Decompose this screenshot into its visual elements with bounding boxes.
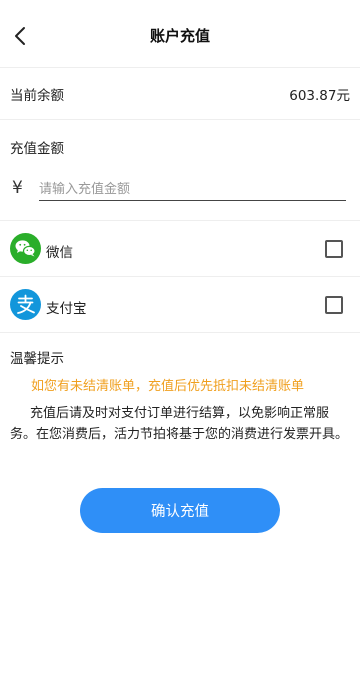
currency-symbol: ¥ — [12, 178, 23, 198]
wechat-icon — [10, 233, 41, 264]
wechat-checkbox[interactable] — [325, 240, 343, 258]
alipay-icon — [10, 289, 41, 320]
payment-name-wechat: 微信 — [46, 245, 73, 261]
tips-warning: 如您有未结清账单，充值后优先抵扣未结清账单 — [31, 379, 305, 394]
tips-body: 充值后请及时对支付订单进行结算，以免影响正常服务。在您消费后，活力节拍将基于您的… — [10, 406, 349, 442]
header-bar: 账户充值 — [0, 0, 360, 68]
tips-title: 温馨提示 — [10, 351, 64, 367]
alipay-checkbox[interactable] — [325, 296, 343, 314]
payment-option-alipay[interactable]: 支付宝 — [0, 277, 360, 333]
payment-name-alipay: 支付宝 — [46, 301, 87, 317]
confirm-recharge-button[interactable]: 确认充值 — [80, 488, 280, 533]
page-title: 账户充值 — [149, 27, 210, 45]
amount-label: 充值金额 — [10, 141, 64, 157]
balance-label: 当前余额 — [10, 88, 64, 104]
balance-row: 当前余额 603.87元 — [0, 68, 360, 120]
recharge-amount-section: 充值金额 ¥ — [0, 120, 360, 221]
balance-value: 603.87元 — [289, 88, 350, 104]
amount-input[interactable] — [39, 179, 346, 201]
payment-option-wechat[interactable]: 微信 — [0, 221, 360, 277]
